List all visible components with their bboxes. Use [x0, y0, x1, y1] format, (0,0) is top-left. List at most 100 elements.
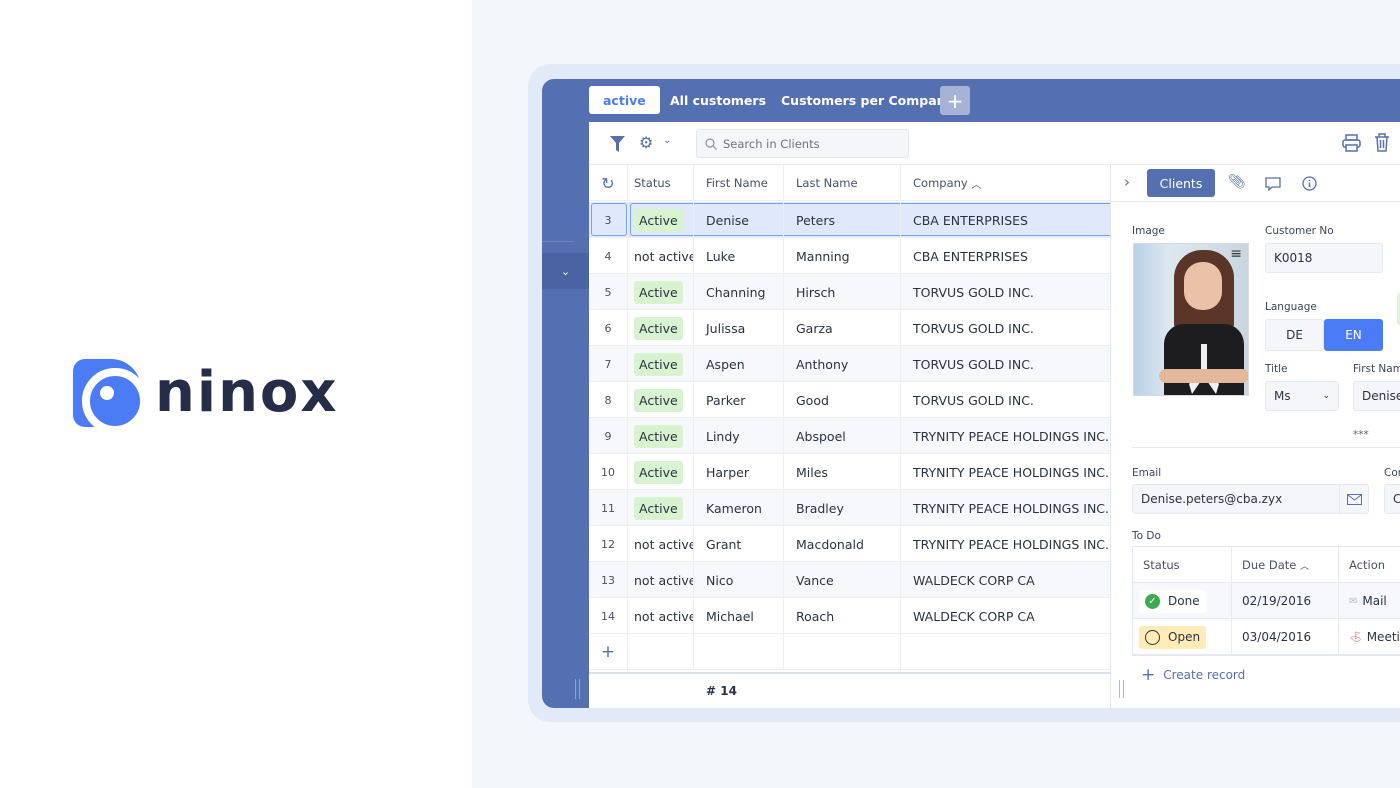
table-row[interactable]: 11 Active Kameron Bradley TRYNITY PEACE HOLD… [589, 490, 1110, 526]
last-name-cell[interactable]: Vance [784, 562, 901, 598]
sidebar-expand-button[interactable]: ⌄ [542, 253, 589, 289]
last-name-cell[interactable]: Abspoel [784, 418, 901, 454]
todo-header-due-date[interactable]: Due Date ︿ [1232, 547, 1339, 583]
tab-active[interactable]: active [589, 86, 660, 114]
create-record-button[interactable]: + Create record [1141, 665, 1245, 685]
status-cell[interactable]: not active [628, 598, 694, 634]
first-name-cell[interactable]: Lindy [694, 418, 784, 454]
status-cell[interactable]: Active [628, 310, 694, 346]
last-name-cell[interactable]: Anthony [784, 346, 901, 382]
table-row[interactable]: 14 not active Michael Roach WALDECK CORP CA [589, 598, 1110, 634]
company-cell[interactable]: TORVUS GOLD INC. [901, 274, 1110, 310]
first-name-field[interactable]: Denise [1353, 381, 1400, 411]
status-cell[interactable]: Active [628, 346, 694, 382]
company-cell[interactable]: WALDECK CORP CA [901, 598, 1110, 634]
language-en-button[interactable]: EN [1324, 319, 1383, 351]
tab-clients[interactable]: Clients [1147, 169, 1215, 197]
first-name-cell[interactable]: Aspen [694, 346, 784, 382]
paperclip-icon[interactable]: 📎︎ [1228, 174, 1246, 190]
add-tab-button[interactable]: + [940, 86, 970, 115]
info-icon[interactable] [1302, 176, 1317, 191]
status-cell[interactable]: Active [628, 454, 694, 490]
last-name-cell[interactable]: Roach [784, 598, 901, 634]
sidebar-resize-handle[interactable] [575, 679, 580, 699]
column-header-company[interactable]: Company ︿ [901, 165, 1110, 201]
search-input[interactable]: Search in Clients [696, 129, 909, 158]
customer-no-field[interactable]: K0018 [1265, 243, 1383, 273]
company-cell[interactable]: WALDECK CORP CA [901, 562, 1110, 598]
plus-icon[interactable]: + [589, 634, 628, 670]
first-name-cell[interactable]: Parker [694, 382, 784, 418]
column-header-last-name[interactable]: Last Name [784, 165, 901, 201]
last-name-cell[interactable]: Manning [784, 238, 901, 274]
last-name-cell[interactable]: Macdonald [784, 526, 901, 562]
last-name-cell[interactable]: Garza [784, 310, 901, 346]
filter-icon[interactable] [610, 136, 625, 152]
table-row[interactable]: 10 Active Harper Miles TRYNITY PEACE HOLDING… [589, 454, 1110, 490]
first-name-cell[interactable]: Channing [694, 274, 784, 310]
table-row[interactable]: 9 Active Lindy Abspoel TRYNITY PEACE HOLDING… [589, 418, 1110, 454]
gear-icon[interactable]: ⚙ [639, 133, 653, 152]
refresh-icon[interactable]: ↻ [589, 165, 628, 201]
table-row[interactable]: 5 Active Channing Hirsch TORVUS GOLD INC. [589, 274, 1110, 310]
status-cell[interactable]: Active [628, 202, 694, 238]
first-name-cell[interactable]: Julissa [694, 310, 784, 346]
menu-icon[interactable]: ≡ [1230, 246, 1242, 262]
table-row[interactable]: 12 not active Grant Macdonald TRYNITY PEACE … [589, 526, 1110, 562]
column-header-status[interactable]: Status [628, 165, 694, 201]
company-cell[interactable]: TORVUS GOLD INC. [901, 382, 1110, 418]
title-select[interactable]: Ms ⌄ [1265, 381, 1339, 411]
trash-icon[interactable] [1374, 133, 1390, 152]
table-row[interactable]: 4 not active Luke Manning CBA ENTERPRISES [589, 238, 1110, 274]
table-row[interactable]: 7 Active Aspen Anthony TORVUS GOLD INC. [589, 346, 1110, 382]
company-cell[interactable]: TRYNITY PEACE HOLDINGS INC. [901, 526, 1110, 562]
status-cell[interactable]: Active [628, 418, 694, 454]
status-cell[interactable]: not active [628, 562, 694, 598]
add-row[interactable]: + [589, 634, 1110, 670]
comment-icon[interactable] [1265, 177, 1281, 191]
company-cell[interactable]: TRYNITY PEACE HOLDINGS INC. [901, 490, 1110, 526]
mail-icon[interactable] [1339, 485, 1368, 513]
todo-row[interactable]: ✓ Done 02/19/2016 ✉ Mail [1133, 583, 1400, 619]
first-name-cell[interactable]: Denise [694, 202, 784, 238]
table-row[interactable]: 8 Active Parker Good TORVUS GOLD INC. [589, 382, 1110, 418]
first-name-cell[interactable]: Luke [694, 238, 784, 274]
company-cell[interactable]: CBA ENTERPRISES [901, 238, 1110, 274]
company-cell[interactable]: TORVUS GOLD INC. [901, 310, 1110, 346]
contact-field[interactable]: Cl [1384, 484, 1400, 514]
first-name-cell[interactable]: Nico [694, 562, 784, 598]
last-name-cell[interactable]: Good [784, 382, 901, 418]
customer-photo[interactable]: ≡ [1133, 243, 1249, 396]
language-de-button[interactable]: DE [1265, 319, 1324, 351]
first-name-cell[interactable]: Michael [694, 598, 784, 634]
todo-header-status[interactable]: Status [1133, 547, 1232, 583]
last-name-cell[interactable]: Miles [784, 454, 901, 490]
company-cell[interactable]: TORVUS GOLD INC. [901, 346, 1110, 382]
status-cell[interactable]: Active [628, 382, 694, 418]
first-name-cell[interactable]: Harper [694, 454, 784, 490]
chevron-down-icon[interactable]: ⌄ [663, 135, 671, 146]
company-cell[interactable]: TRYNITY PEACE HOLDINGS INC. [901, 418, 1110, 454]
table-row[interactable]: 3 Active Denise Peters CBA ENTERPRISES [589, 202, 1110, 238]
last-name-cell[interactable]: Peters [784, 202, 901, 238]
print-icon[interactable] [1342, 134, 1361, 152]
todo-header-action[interactable]: Action [1339, 547, 1400, 583]
table-row[interactable]: 13 not active Nico Vance WALDECK CORP CA [589, 562, 1110, 598]
table-row[interactable]: 6 Active Julissa Garza TORVUS GOLD INC. [589, 310, 1110, 346]
first-name-cell[interactable]: Kameron [694, 490, 784, 526]
status-cell[interactable]: not active [628, 526, 694, 562]
chevron-right-icon[interactable]: › [1124, 173, 1130, 191]
company-cell[interactable]: CBA ENTERPRISES [901, 202, 1110, 238]
status-cell[interactable]: Active [628, 274, 694, 310]
status-cell[interactable]: Active [628, 490, 694, 526]
tab-all-customers[interactable]: All customers [656, 86, 780, 114]
tab-customers-per-company[interactable]: Customers per Company [767, 86, 968, 114]
first-name-cell[interactable]: Grant [694, 526, 784, 562]
last-name-cell[interactable]: Bradley [784, 490, 901, 526]
column-header-first-name[interactable]: First Name [694, 165, 784, 201]
status-cell[interactable]: not active [628, 238, 694, 274]
panel-resize-handle[interactable] [1119, 680, 1124, 698]
email-field[interactable]: Denise.peters@cba.zyx [1132, 484, 1369, 514]
todo-row[interactable]: Open 03/04/2016 ⛳︎ Meeti [1133, 619, 1400, 655]
company-cell[interactable]: TRYNITY PEACE HOLDINGS INC. [901, 454, 1110, 490]
